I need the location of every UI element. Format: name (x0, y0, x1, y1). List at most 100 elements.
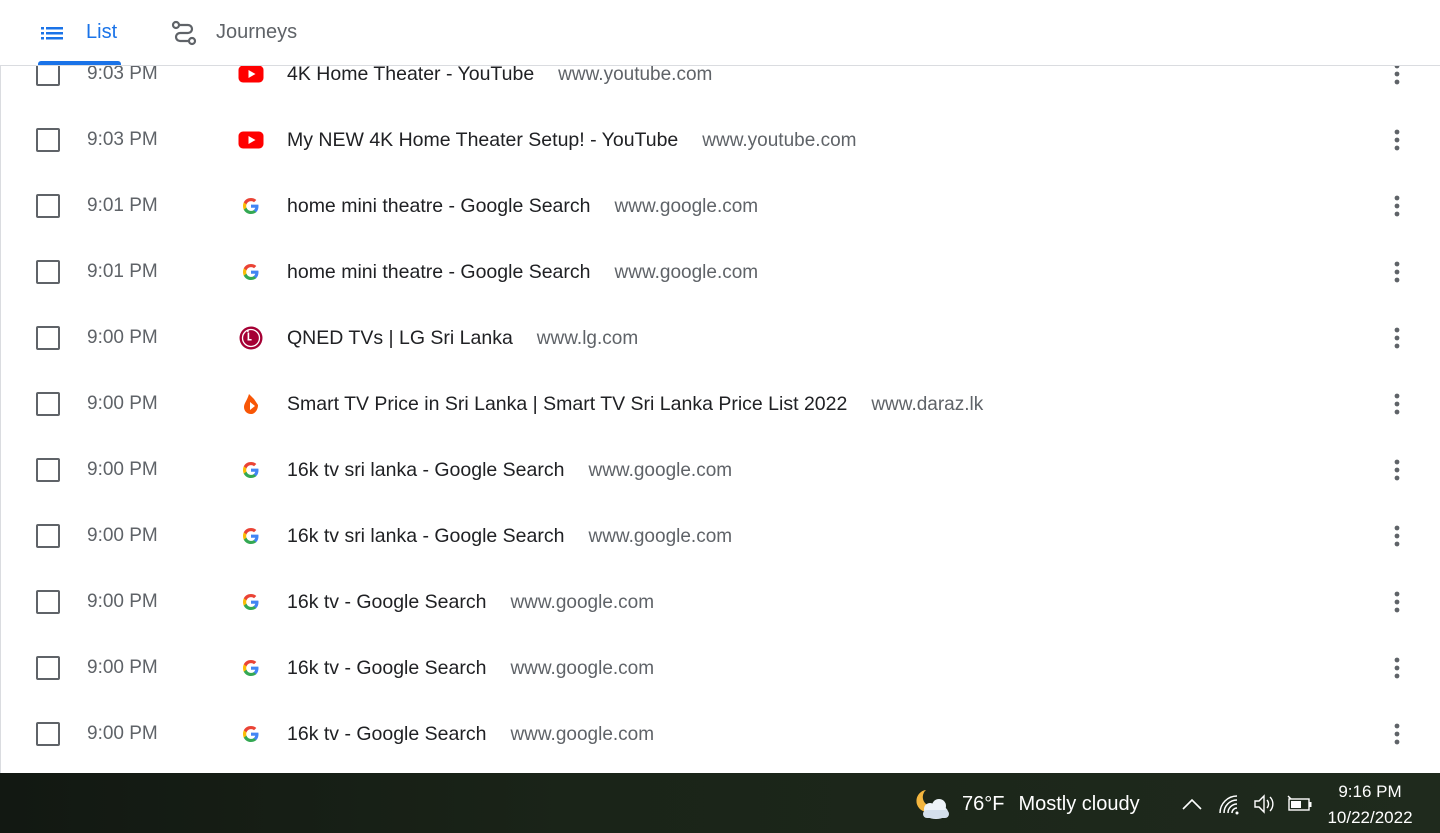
entry-time: 9:00 PM (87, 723, 158, 744)
entry-checkbox[interactable] (36, 392, 60, 416)
entry-domain: www.google.com (588, 460, 733, 481)
history-entry: 9:00 PM Smart TV Price in Sri Lanka | Sm… (1, 371, 1440, 437)
more-actions-button[interactable] (1383, 192, 1411, 220)
battery-icon[interactable] (1287, 791, 1313, 817)
google-icon (238, 591, 264, 613)
more-vert-icon (1394, 195, 1400, 217)
entry-title[interactable]: 16k tv sri lanka - Google Search (287, 525, 564, 547)
entry-title[interactable]: home mini theatre - Google Search (287, 261, 591, 283)
entry-link[interactable]: home mini theatre - Google Search www.goo… (287, 193, 758, 221)
google-icon (238, 195, 264, 217)
entry-time: 9:00 PM (87, 393, 158, 414)
entry-title[interactable]: 16k tv - Google Search (287, 591, 486, 613)
more-actions-button[interactable] (1383, 390, 1411, 418)
entry-checkbox[interactable] (36, 590, 60, 614)
entry-title[interactable]: 16k tv sri lanka - Google Search (287, 459, 564, 481)
entry-time: 9:01 PM (87, 195, 158, 216)
weather-widget[interactable]: 76°F Mostly cloudy (912, 787, 1140, 821)
more-actions-button[interactable] (1383, 522, 1411, 550)
entry-time: 9:01 PM (87, 261, 158, 282)
entry-checkbox[interactable] (36, 194, 60, 218)
system-clock[interactable]: 9:16 PM 10/22/2022 (1318, 779, 1422, 831)
google-icon (238, 723, 264, 745)
entry-time: 9:00 PM (87, 525, 158, 546)
entry-link[interactable]: 16k tv - Google Search www.google.com (287, 655, 654, 683)
entry-checkbox[interactable] (36, 260, 60, 284)
entry-title[interactable]: Smart TV Price in Sri Lanka | Smart TV S… (287, 393, 847, 415)
more-actions-button[interactable] (1383, 654, 1411, 682)
google-icon (238, 261, 264, 283)
entry-checkbox[interactable] (36, 458, 60, 482)
entry-domain: www.google.com (510, 592, 655, 613)
entry-domain: www.daraz.lk (871, 394, 984, 415)
history-entry: 9:00 PM QNED TVs | LG Sri Lanka www.lg.co… (1, 305, 1440, 371)
weather-condition: Mostly cloudy (1018, 792, 1140, 815)
more-vert-icon (1394, 459, 1400, 481)
lg-icon (238, 326, 264, 350)
more-vert-icon (1394, 63, 1400, 85)
entry-link[interactable]: 16k tv - Google Search www.google.com (287, 721, 654, 749)
entry-link[interactable]: home mini theatre - Google Search www.goo… (287, 259, 758, 287)
history-entry: 9:01 PM home mini theatre - Google Searc… (1, 239, 1440, 305)
history-entry: 9:00 PM 16k tv sri lanka - Google Search… (1, 437, 1440, 503)
volume-icon[interactable] (1251, 791, 1277, 817)
tab-journeys[interactable]: Journeys (170, 0, 297, 65)
entry-checkbox[interactable] (36, 524, 60, 548)
more-actions-button[interactable] (1383, 324, 1411, 352)
google-icon (238, 657, 264, 679)
history-entry: 9:00 PM 16k tv - Google Search www.google… (1, 635, 1440, 701)
entry-checkbox[interactable] (36, 656, 60, 680)
more-actions-button[interactable] (1383, 126, 1411, 154)
entry-title[interactable]: 4K Home Theater - YouTube (287, 63, 534, 85)
more-vert-icon (1394, 525, 1400, 547)
more-actions-button[interactable] (1383, 588, 1411, 616)
weather-temperature: 76°F (962, 792, 1005, 815)
history-tab-bar: List Journeys (0, 0, 1440, 66)
chevron-up-icon[interactable] (1179, 791, 1205, 817)
clock-date: 10/22/2022 (1327, 808, 1413, 827)
list-icon (38, 21, 66, 45)
more-vert-icon (1394, 393, 1400, 415)
entry-title[interactable]: 16k tv - Google Search (287, 723, 486, 745)
history-entry: 9:00 PM 16k tv sri lanka - Google Search… (1, 503, 1440, 569)
selected-tab-indicator (38, 61, 121, 65)
entry-checkbox[interactable] (36, 128, 60, 152)
entry-link[interactable]: 16k tv sri lanka - Google Search www.goog… (287, 457, 732, 485)
history-entry: 9:01 PM home mini theatre - Google Searc… (1, 173, 1440, 239)
entry-link[interactable]: My NEW 4K Home Theater Setup! - YouTube w… (287, 127, 856, 155)
entry-time: 9:00 PM (87, 591, 158, 612)
entry-title[interactable]: My NEW 4K Home Theater Setup! - YouTube (287, 129, 678, 151)
more-vert-icon (1394, 327, 1400, 349)
windows-taskbar: 76°F Mostly cloudy 9:16 PM 10/22/2022 (0, 773, 1440, 833)
daraz-icon (238, 393, 264, 415)
entry-checkbox[interactable] (36, 326, 60, 350)
entry-title[interactable]: 16k tv - Google Search (287, 657, 486, 679)
history-list: 9:03 PM 4K Home Theater - YouTube www.you… (0, 41, 1440, 774)
tab-list-label: List (86, 21, 118, 43)
entry-time: 9:00 PM (87, 327, 158, 348)
entry-checkbox[interactable] (36, 722, 60, 746)
more-vert-icon (1394, 261, 1400, 283)
more-actions-button[interactable] (1383, 456, 1411, 484)
wifi-icon[interactable] (1216, 791, 1242, 817)
entry-time: 9:00 PM (87, 459, 158, 480)
entry-link[interactable]: 16k tv sri lanka - Google Search www.goog… (287, 523, 732, 551)
more-actions-button[interactable] (1383, 720, 1411, 748)
youtube-icon (238, 63, 264, 85)
entry-time: 9:00 PM (87, 657, 158, 678)
entry-title[interactable]: QNED TVs | LG Sri Lanka (287, 327, 513, 349)
more-vert-icon (1394, 657, 1400, 679)
entry-domain: www.youtube.com (558, 64, 713, 85)
more-vert-icon (1394, 591, 1400, 613)
entry-link[interactable]: Smart TV Price in Sri Lanka | Smart TV S… (287, 391, 983, 419)
entry-link[interactable]: 16k tv - Google Search www.google.com (287, 589, 654, 617)
entry-domain: www.youtube.com (702, 130, 857, 151)
entry-title[interactable]: home mini theatre - Google Search (287, 195, 591, 217)
entry-domain: www.google.com (614, 262, 759, 283)
tab-list[interactable]: List (38, 0, 121, 65)
youtube-icon (238, 129, 264, 151)
more-actions-button[interactable] (1383, 258, 1411, 286)
entry-domain: www.google.com (614, 196, 759, 217)
entry-time: 9:03 PM (87, 129, 158, 150)
entry-link[interactable]: QNED TVs | LG Sri Lanka www.lg.com (287, 325, 638, 353)
